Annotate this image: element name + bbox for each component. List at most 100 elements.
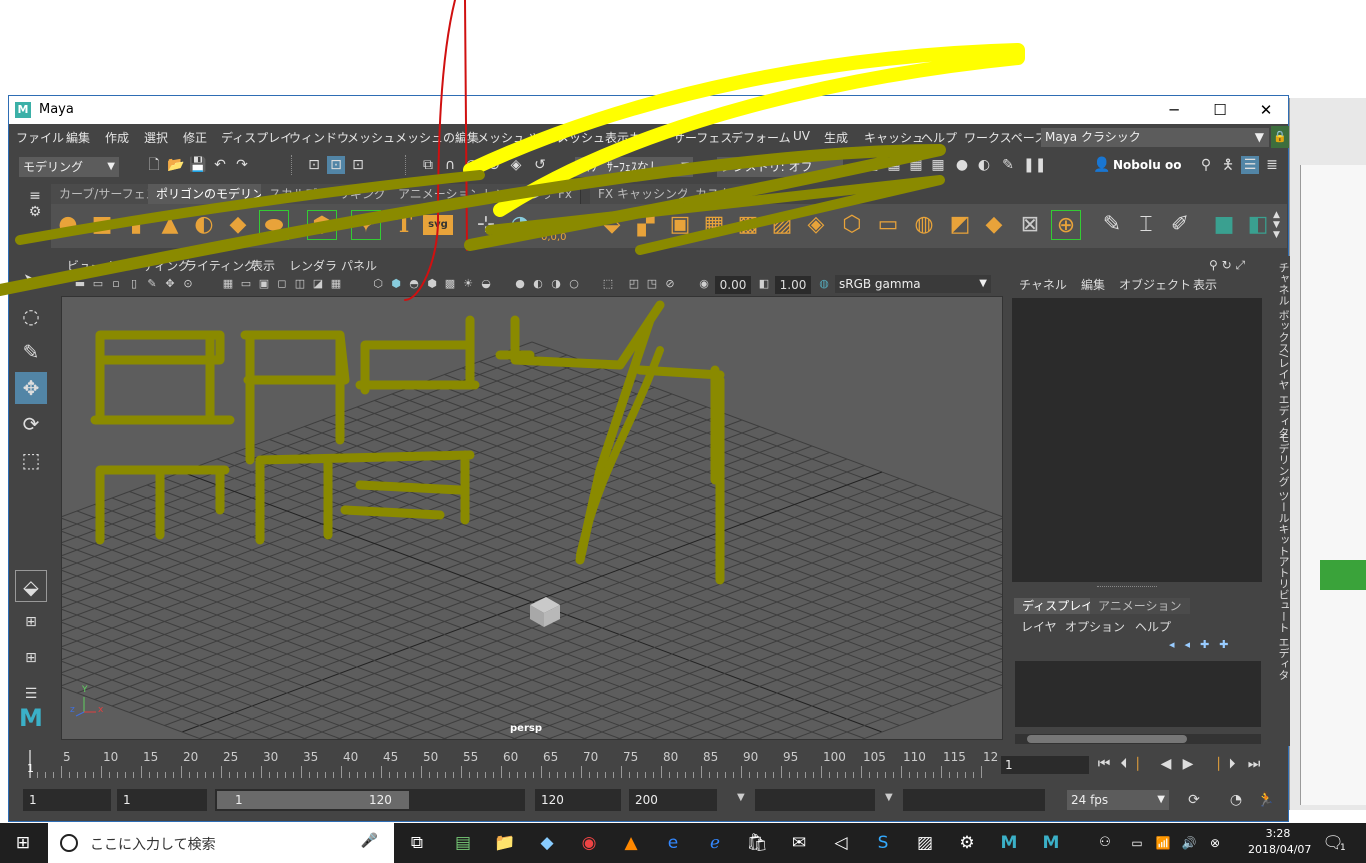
viewport-menu-shading[interactable]: シェーディング [107,257,190,274]
clock[interactable]: 3:28 2018/04/07 [1248,826,1311,858]
maya-taskbar-icon-2[interactable]: M [1038,831,1064,855]
wireframe-icon[interactable]: ⬡ [371,277,385,291]
snap-grid-icon[interactable]: ⧉ [419,156,437,174]
menuset-dropdown[interactable]: モデリング ▼ [19,157,119,177]
scale-tool-icon[interactable]: ⬚ [15,444,47,476]
camera-select-icon[interactable]: ▬ [73,277,87,291]
minimize-button[interactable]: ─ [1151,96,1197,124]
target-weld-icon[interactable]: ⊕ [1051,210,1081,240]
menu-modify[interactable]: 修正 [183,129,207,146]
people-icon[interactable]: ⚇ [1092,831,1118,855]
channel-box-menu-channels[interactable]: チャネル [1019,276,1067,293]
menu-file[interactable]: ファイル [16,129,64,146]
network-icon[interactable]: 📶 [1150,831,1176,855]
menu-mesh[interactable]: メッシュ [347,129,395,146]
task-view-icon[interactable]: ⧉ [404,831,430,855]
poly-cone-icon[interactable]: ▲ [155,210,185,240]
viewport-menu-panels[interactable]: パネル [341,257,377,274]
menu-windows[interactable]: ウィンドウ [289,129,349,146]
render-view-icon[interactable]: ▦ [863,156,881,174]
character-icon[interactable]: 🯅 [1219,156,1237,174]
bool-difference-icon[interactable]: ▨ [767,210,797,240]
taskbar-search[interactable]: ここに入力して検索 🎤 [48,823,394,863]
select-component-icon[interactable]: ⊡ [349,156,367,174]
poly-cylinder-icon[interactable]: ▮ [121,210,151,240]
xray-icon[interactable]: ◰ [627,277,641,291]
fill-hole-icon[interactable]: ◍ [909,210,939,240]
visual-studio-icon[interactable]: ◁ [828,831,854,855]
app-icon[interactable]: ▤ [450,831,476,855]
playback-start-field[interactable]: 1 [117,789,207,811]
redo-icon[interactable]: ↷ [233,156,251,174]
quad-draw-icon[interactable]: ✐ [1165,210,1195,240]
animation-start-field[interactable]: 1 [23,789,111,811]
chevron-down-icon[interactable]: ▼ [885,792,893,803]
step-back-key-icon[interactable]: ⏴ [1115,754,1133,774]
live-surface-dropdown[interactable]: ﾗｲﾌﾞ ｻｰﾌｪｽなし ▼ [575,157,693,177]
smooth-shade-icon[interactable]: ⬢ [389,277,403,291]
menu-mesh-tools[interactable]: メッシュ ツール [477,129,565,146]
channel-box-menu-object[interactable]: オブジェクト [1119,276,1191,293]
render-frame-icon[interactable]: ▦ [885,156,903,174]
four-view-layout-icon[interactable]: ⊞ [15,606,47,638]
gate-mask-icon[interactable]: ◻ [275,277,289,291]
bookmark-icon[interactable]: ▫ [109,277,123,291]
smooth-icon[interactable]: ▦ [699,210,729,240]
combine-icon[interactable]: ⬙ [597,210,627,240]
bool-union-icon[interactable]: ▩ [733,210,763,240]
new-scene-icon[interactable]: 🗋 [145,156,163,174]
auto-key-icon[interactable]: ◔ [1227,791,1245,809]
render-settings-icon[interactable]: ▦ [929,156,947,174]
splitter-handle[interactable] [1097,586,1157,588]
loop-icon[interactable]: ⟳ [1185,791,1203,809]
layer-menu-help[interactable]: ヘルプ [1135,618,1171,635]
lasso-tool-icon[interactable]: ◌ [15,300,47,332]
uv-unfold-icon[interactable]: ◧ [1243,210,1273,240]
skype-icon[interactable]: S [870,831,896,855]
bool-intersect-icon[interactable]: ◈ [801,210,831,240]
anim-prefs-icon[interactable]: 🏃 [1257,791,1275,809]
range-slider[interactable]: 1 120 [215,789,525,811]
pivot-icon[interactable]: ⚲ [1209,258,1218,272]
paint-select-icon[interactable]: ✎ [15,336,47,368]
menu-cache[interactable]: キャッシュ [864,129,924,146]
side-tab-modeling-toolkit[interactable]: モデリング ツールキット [1275,432,1291,557]
lights-icon[interactable]: ☀ [461,277,475,291]
step-forward-frame-icon[interactable]: ⎹ [1203,754,1221,774]
menu-create[interactable]: 作成 [105,129,129,146]
uv-editor-icon[interactable]: ■ [1209,210,1239,240]
channel-box-icon[interactable]: ≣ [1263,156,1281,174]
delete-history-icon[interactable]: ◔ [505,210,535,240]
shadows-icon[interactable]: ◒ [479,277,493,291]
anim-layer-field[interactable] [903,789,1045,811]
settings-icon[interactable]: ⚙ [954,831,980,855]
film-gate-icon[interactable]: ▭ [239,277,253,291]
layer-tab-display[interactable]: ディスプレイ [1014,598,1102,614]
bevel-icon[interactable]: ◆ [979,210,1009,240]
snap-surface-icon[interactable]: ◈ [507,156,525,174]
animation-end-field[interactable]: 200 [629,789,717,811]
internet-explorer-icon[interactable]: e [660,831,686,855]
2d-pan-icon[interactable]: ✥ [163,277,177,291]
menu-help[interactable]: ヘルプ [921,129,957,146]
field-chart-icon[interactable]: ◫ [293,277,307,291]
exposure-field[interactable]: 0.00 [715,276,751,294]
exposure-icon[interactable]: ◉ [697,277,711,291]
chrome-icon[interactable]: ◉ [576,831,602,855]
edge-loop-icon[interactable]: ⌶ [1131,210,1161,240]
shelf-options[interactable]: ≡ ⚙ [23,188,47,248]
move-layer-down-icon[interactable]: ◂ [1185,638,1201,651]
colorspace-dropdown[interactable]: sRGB gamma ▼ [835,275,991,293]
channel-box-menu-show[interactable]: 表示 [1193,276,1217,293]
depth-of-field-icon[interactable]: ○ [567,277,581,291]
go-to-end-icon[interactable]: ⏭ [1245,754,1263,774]
gamma-field[interactable]: 1.00 [775,276,811,294]
safe-action-icon[interactable]: ◪ [311,277,325,291]
select-object-icon[interactable]: ⊡ [327,156,345,174]
modeling-toolkit-icon[interactable]: ⚲ [1197,156,1215,174]
go-to-start-icon[interactable]: ⏮ [1095,754,1113,774]
color-management-icon[interactable]: ◍ [817,277,831,291]
single-view-layout-icon[interactable]: ⬙ [15,570,47,602]
shelf-tab-fx-caching[interactable]: FX キャッシング [590,184,698,204]
menu-edit[interactable]: 編集 [66,129,90,146]
